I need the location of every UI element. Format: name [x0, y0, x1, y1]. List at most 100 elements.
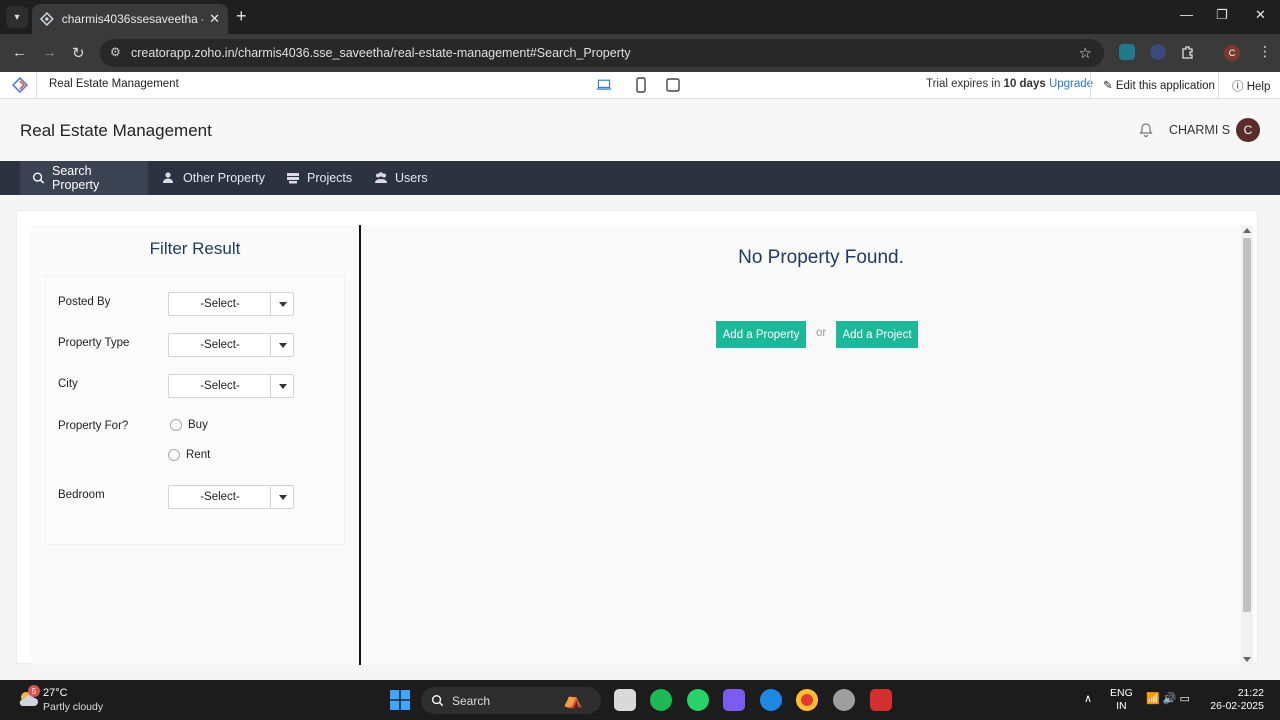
wps-office-icon[interactable] [870, 689, 892, 711]
nav-label: Other Property [183, 171, 265, 185]
select-value: -Select- [200, 491, 240, 503]
browser-tab[interactable]: charmis4036ssesaveetha - Real ✕ [32, 4, 228, 34]
clock-time: 21:22 [1237, 687, 1264, 699]
system-clock[interactable]: 21:22 26-02-2025 [1210, 687, 1264, 713]
radio-rent-label: Rent [186, 449, 211, 461]
pencil-icon: ✎ [1103, 80, 1116, 92]
dropdown-arrow-icon[interactable] [279, 384, 287, 389]
edge-icon[interactable] [760, 689, 782, 711]
wifi-volume-battery-icon[interactable]: 📶 🔊 ▭ [1146, 692, 1190, 705]
main-nav: Search Property Other Property Projects … [0, 161, 1280, 195]
nav-other-property[interactable]: Other Property [150, 161, 277, 195]
search-icon [32, 172, 45, 184]
select-divider [270, 293, 271, 315]
radio-buy-label: Buy [188, 419, 208, 431]
radio-circle[interactable] [168, 449, 180, 461]
taskbar-search-label: Search [452, 694, 491, 708]
search-icon [431, 694, 444, 707]
desktop-view-icon[interactable] [596, 77, 612, 93]
chrome-icon[interactable] [796, 689, 818, 711]
select-divider [270, 486, 271, 508]
scroll-thumb[interactable] [1243, 238, 1251, 612]
minimize-icon[interactable]: — [1180, 7, 1193, 22]
radio-circle[interactable] [170, 419, 182, 431]
help-button[interactable]: ⓘ Help [1232, 78, 1270, 94]
tab-search-chevron-icon[interactable]: ▾ [6, 6, 28, 28]
select-value: -Select- [200, 339, 240, 351]
search-highlight-icon: ⛺ [563, 692, 583, 709]
scroll-down-arrow-icon[interactable] [1243, 657, 1251, 662]
language-indicator[interactable]: ENG IN [1110, 687, 1133, 713]
copilot-icon[interactable] [723, 689, 745, 711]
mobile-view-icon[interactable] [633, 77, 649, 93]
reload-icon[interactable]: ↻ [72, 44, 85, 62]
filter-title: Filter Result [149, 239, 241, 258]
weather-condition[interactable]: Partly cloudy [43, 701, 103, 713]
back-icon[interactable]: ← [12, 44, 27, 61]
nav-search-property[interactable]: Search Property [20, 161, 148, 195]
help-label: Help [1246, 81, 1271, 93]
nav-projects[interactable]: Projects [274, 161, 364, 195]
property-type-label: Property Type [58, 337, 130, 349]
nav-label: Users [395, 171, 428, 185]
show-hidden-icons-chevron-icon[interactable]: ∧ [1084, 692, 1092, 705]
scroll-up-arrow-icon[interactable] [1243, 228, 1251, 233]
browser-menu-icon[interactable]: ⋮ [1258, 43, 1272, 60]
property-type-select[interactable]: -Select- [168, 333, 294, 357]
city-select[interactable]: -Select- [168, 374, 294, 398]
file-explorer-icon[interactable] [614, 689, 636, 711]
extensions-puzzle-icon[interactable] [1180, 44, 1196, 60]
tablet-view-icon[interactable] [665, 77, 681, 93]
nav-label: Search Property [52, 164, 100, 192]
edit-app-label: Edit this application [1115, 80, 1215, 92]
notification-bell-icon[interactable] [1138, 122, 1154, 138]
temperature[interactable]: 27°C [43, 687, 68, 699]
posted-by-label: Posted By [58, 296, 111, 308]
no-property-message: No Property Found. [738, 247, 904, 268]
forward-icon[interactable]: → [42, 44, 57, 61]
nav-users[interactable]: Users [362, 161, 440, 195]
spotify-icon[interactable] [650, 689, 672, 711]
dropdown-arrow-icon[interactable] [279, 302, 287, 307]
zoho-creator-logo-icon[interactable] [12, 77, 28, 93]
posted-by-select[interactable]: -Select- [168, 292, 294, 316]
address-bar-row: ← → ↻ ⚙ creatorapp.zoho.in/charmis4036.s… [0, 34, 1280, 72]
windows-taskbar: 5 27°C Partly cloudy Search ⛺ ∧ ENG IN 📶… [0, 680, 1280, 720]
whatsapp-icon[interactable] [687, 689, 709, 711]
new-tab-icon[interactable]: + [236, 6, 247, 27]
city-label: City [58, 378, 78, 390]
radio-buy[interactable]: Buy [170, 419, 208, 431]
extension-icon[interactable] [1119, 44, 1135, 60]
dropdown-arrow-icon[interactable] [279, 495, 287, 500]
add-property-button[interactable]: Add a Property [716, 321, 806, 348]
bedroom-label: Bedroom [58, 489, 105, 501]
url-text[interactable]: creatorapp.zoho.in/charmis4036.sse_savee… [131, 46, 631, 60]
settings-gear-icon[interactable] [833, 689, 855, 711]
weather-badge: 5 [28, 685, 40, 697]
edit-application-button[interactable]: ✎ Edit this application [1103, 78, 1215, 92]
url-omnibox[interactable]: ⚙ creatorapp.zoho.in/charmis4036.sse_sav… [100, 39, 1104, 67]
app-title: Real Estate Management [20, 121, 212, 140]
bedroom-select[interactable]: -Select- [168, 485, 294, 509]
dropdown-arrow-icon[interactable] [279, 343, 287, 348]
user-name[interactable]: CHARMI S [1169, 123, 1230, 137]
filter-panel: Filter Result Posted By -Select- Propert… [31, 225, 359, 665]
projects-icon [287, 173, 299, 184]
cursor-extension-icon[interactable] [1150, 44, 1166, 60]
profile-avatar[interactable]: C [1224, 45, 1240, 61]
user-avatar[interactable]: C [1236, 118, 1260, 142]
lang-line-1: ENG [1110, 687, 1133, 699]
add-project-button[interactable]: Add a Project [836, 321, 918, 348]
bookmark-star-icon[interactable]: ☆ [1079, 44, 1092, 62]
upgrade-link[interactable]: Upgrade [1049, 78, 1093, 90]
tab-close-icon[interactable]: ✕ [209, 11, 220, 27]
taskbar-search[interactable]: Search ⛺ [421, 687, 601, 714]
zoho-creator-favicon-icon [40, 12, 54, 26]
user-property-icon [163, 172, 173, 183]
site-info-icon[interactable]: ⚙ [110, 45, 121, 59]
maximize-icon[interactable]: ❐ [1216, 7, 1228, 23]
windows-start-icon[interactable] [390, 690, 410, 710]
radio-rent[interactable]: Rent [168, 449, 210, 461]
page-scrollbar[interactable] [1241, 226, 1253, 664]
window-close-icon[interactable]: ✕ [1255, 7, 1266, 23]
